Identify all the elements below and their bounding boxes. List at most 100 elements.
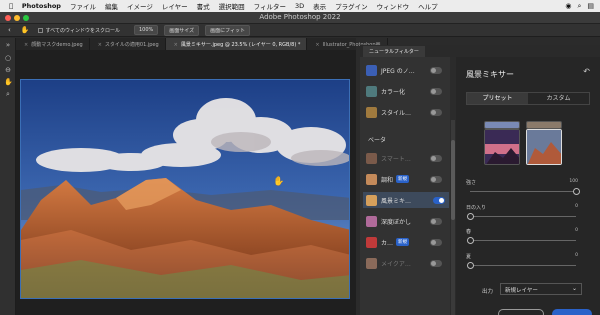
slider-label-spring: 春 (466, 229, 472, 235)
filter-thumbnail (366, 236, 377, 248)
filter-item-style[interactable]: スタイル… (366, 104, 446, 120)
slider-knob-spring[interactable] (466, 237, 474, 244)
filter-settings-panel: 風景ミキサー ↶ プリセット カスタム 強さ 100 日の入り 0 春 0 夏 … (456, 57, 600, 315)
filter-item-harmonize[interactable]: 調和 新規 (366, 171, 446, 187)
chevron-down-icon: ⌄ (571, 285, 577, 292)
filter-toggle[interactable] (430, 176, 442, 183)
hand-cursor-icon: ✋ (273, 175, 284, 187)
menu-view[interactable]: 表示 (313, 1, 326, 11)
fit-screen-button[interactable]: 画面サイズ (164, 24, 200, 36)
filter-item-depth-blur[interactable]: 深度ぼかし (366, 213, 446, 229)
close-icon[interactable]: × (174, 42, 178, 48)
neural-filters-tab[interactable]: ニューラルフィルター (363, 46, 425, 57)
slider-label-sunset: 日の入り (466, 205, 487, 211)
fill-screen-button[interactable]: 画面にフィット (205, 24, 251, 36)
filter-toggle[interactable] (430, 155, 442, 162)
panel-title: 風景ミキサー (466, 70, 514, 79)
slider-knob-sunset[interactable] (466, 213, 474, 220)
search-icon[interactable]: ⌕ (577, 2, 581, 11)
slider-knob-summer[interactable] (466, 262, 474, 269)
zoom-icon[interactable]: ⌕ (4, 90, 12, 98)
filter-toggle[interactable] (430, 109, 442, 116)
cancel-button[interactable] (498, 309, 544, 315)
document-image[interactable]: ✋ (20, 79, 350, 299)
filter-item-landscape-mixer[interactable]: 風景ミキ… (363, 192, 449, 208)
brush-subtract-icon[interactable]: ⊖ (4, 66, 12, 74)
menu-filter[interactable]: フィルター (254, 1, 286, 11)
menu-image[interactable]: イメージ (127, 1, 153, 11)
slider-knob-strength[interactable] (572, 188, 580, 195)
filter-thumbnail (366, 173, 377, 185)
title-bar: Adobe Photoshop 2022 (0, 12, 600, 24)
slider-value-summer: 0 (575, 253, 578, 258)
filter-label: 調和 (381, 176, 394, 184)
filter-label: カラー化 (381, 88, 406, 96)
slider-track-summer[interactable] (470, 265, 576, 266)
output-select[interactable]: 新規レイヤー ⌄ (500, 283, 582, 295)
scroll-all-label: すべてのウィンドウをスクロール (45, 27, 120, 34)
ok-button[interactable] (552, 309, 592, 315)
slider-value-strength: 100 (569, 179, 578, 184)
document-tabs: × 顔動マスクdemo.jpeg × スタイルの適用01.jpeg × 風景ミキサー.… (16, 38, 388, 50)
back-icon[interactable]: ‹ (8, 26, 11, 34)
tab-label: スタイルの適用01.jpeg (104, 42, 159, 48)
menu-type[interactable]: 書式 (197, 1, 210, 11)
menu-edit[interactable]: 編集 (105, 1, 118, 11)
slider-value-spring: 0 (575, 228, 578, 233)
slider-track-spring[interactable] (470, 240, 576, 241)
filter-item-smart[interactable]: スマート… (366, 150, 446, 166)
tab-document-active[interactable]: × 風景ミキサー.jpeg @ 23.5% (レイヤー 0, RGB/8) * (165, 38, 308, 50)
collapse-icon[interactable]: » (4, 41, 12, 49)
filter-item-colorize[interactable]: カラー化 (366, 83, 446, 99)
menu-help[interactable]: ヘルプ (418, 1, 438, 11)
close-icon[interactable]: × (98, 42, 102, 48)
tab-document-1[interactable]: × 顔動マスクdemo.jpeg (16, 38, 90, 50)
menu-window[interactable]: ウィンドウ (377, 1, 410, 11)
slider-track-strength[interactable] (470, 191, 576, 192)
filter-toggle[interactable] (430, 218, 442, 225)
tab-label: 風景ミキサー.jpeg @ 23.5% (レイヤー 0, RGB/8) * (180, 42, 301, 48)
control-center-icon[interactable]: ▤ (587, 2, 594, 11)
apple-icon[interactable]:  (9, 2, 13, 10)
filter-toggle[interactable] (430, 88, 442, 95)
hand-icon[interactable]: ✋ (4, 78, 13, 86)
preset-thumbnail-night[interactable] (484, 129, 520, 165)
zoom-100-button[interactable]: 100% (133, 25, 159, 35)
filter-label: メイクア… (381, 260, 411, 268)
filter-thumbnail (366, 85, 377, 97)
menu-layer[interactable]: レイヤー (162, 1, 188, 11)
brush-add-icon[interactable]: ○ (4, 54, 12, 62)
filter-thumbnail (366, 194, 377, 206)
menu-3d[interactable]: 3D (295, 2, 304, 10)
slider-track-sunset[interactable] (470, 216, 576, 217)
hand-tool-icon[interactable]: ✋ (21, 26, 30, 34)
filter-item-makeup[interactable]: メイクア… (366, 255, 446, 271)
filter-toggle[interactable] (433, 197, 445, 204)
window-title: Adobe Photoshop 2022 (259, 13, 341, 21)
preset-custom-switch: プリセット カスタム (466, 92, 590, 105)
menu-file[interactable]: ファイル (70, 1, 96, 11)
scroll-all-checkbox[interactable] (37, 27, 43, 33)
close-icon[interactable]: × (315, 42, 319, 48)
filter-toggle[interactable] (430, 239, 442, 246)
menu-app-name[interactable]: Photoshop (22, 2, 61, 10)
filter-toggle[interactable] (430, 260, 442, 267)
slider-label-strength: 強さ (466, 180, 477, 186)
filter-label: 深度ぼかし (381, 218, 412, 226)
status-icon[interactable]: ◉ (565, 2, 571, 11)
menu-plugins[interactable]: プラグイン (335, 1, 368, 11)
filter-thumbnail (366, 152, 377, 164)
filter-item-jpeg[interactable]: JPEG のノ… (366, 62, 446, 78)
tab-preset[interactable]: プリセット (467, 93, 528, 104)
close-icon[interactable]: × (24, 42, 28, 48)
preset-thumbnail-selected[interactable] (526, 129, 562, 165)
preset-thumbnail[interactable] (484, 121, 520, 129)
filter-item-color[interactable]: カ… 新規 (366, 234, 446, 250)
filter-toggle[interactable] (430, 67, 442, 74)
reset-icon[interactable]: ↶ (583, 67, 590, 76)
tab-custom[interactable]: カスタム (528, 93, 589, 104)
preset-thumbnail[interactable] (526, 121, 562, 129)
menu-select[interactable]: 選択範囲 (219, 1, 245, 11)
tab-document-2[interactable]: × スタイルの適用01.jpeg (90, 38, 166, 50)
filter-list-scroll-thumb[interactable] (451, 140, 455, 220)
